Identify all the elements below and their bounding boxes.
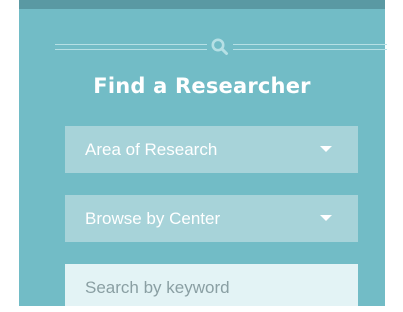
browse-by-center-select[interactable]: Browse by Center <box>65 195 358 242</box>
chevron-down-icon <box>320 215 332 221</box>
panel-top-border <box>19 0 385 9</box>
browse-by-center-label: Browse by Center <box>85 209 221 228</box>
header-divider-left <box>55 43 207 51</box>
search-icon <box>210 37 230 57</box>
find-researcher-panel: Find a Researcher Area of Research Brows… <box>19 0 387 312</box>
area-of-research-label: Area of Research <box>85 140 218 159</box>
area-of-research-select[interactable]: Area of Research <box>65 126 358 173</box>
widget-title: Find a Researcher <box>93 74 311 98</box>
keyword-search-input[interactable] <box>65 264 358 312</box>
chevron-down-icon <box>320 146 332 152</box>
header-divider-right <box>233 43 387 51</box>
keyword-search-field <box>65 264 358 312</box>
